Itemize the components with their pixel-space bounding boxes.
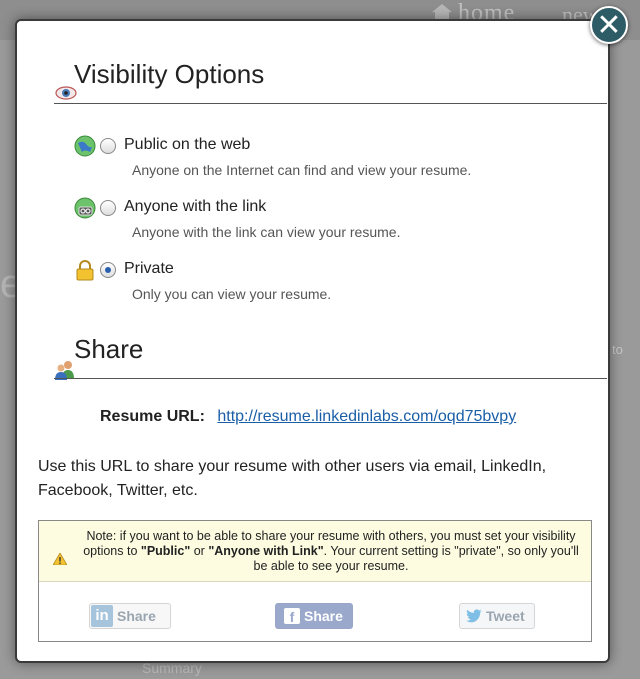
anyone-with-link-description: Anyone with the link can view your resum… bbox=[132, 224, 401, 240]
public-label[interactable]: Public on the web bbox=[124, 136, 250, 154]
share-divider bbox=[54, 378, 607, 379]
public-description: Anyone on the Internet can find and view… bbox=[132, 162, 472, 178]
globe-icon bbox=[74, 135, 96, 157]
globe-link-icon bbox=[74, 197, 96, 219]
warning-text: Note: if you want to be able to share yo… bbox=[83, 529, 579, 573]
visibility-warning: Note: if you want to be able to share yo… bbox=[39, 521, 591, 582]
private-description: Only you can view your resume. bbox=[132, 286, 332, 302]
private-radio[interactable] bbox=[100, 262, 116, 278]
linkedin-icon: in bbox=[91, 605, 113, 627]
resume-url-link[interactable]: http://resume.linkedinlabs.com/oqd75bvpy bbox=[217, 408, 516, 425]
share-description: Use this URL to share your resume with o… bbox=[38, 458, 547, 499]
facebook-share-button[interactable]: f Share bbox=[275, 603, 353, 629]
share-note-box: Note: if you want to be able to share yo… bbox=[38, 520, 592, 642]
public-radio[interactable] bbox=[100, 138, 116, 154]
facebook-icon: f bbox=[284, 608, 300, 625]
close-button[interactable]: ✕ bbox=[590, 6, 628, 44]
linkedin-share-button[interactable]: in Share bbox=[89, 603, 171, 629]
visibility-title: Visibility Options bbox=[74, 59, 265, 89]
anyone-with-link-radio[interactable] bbox=[100, 200, 116, 216]
visibility-modal: Visibility Options Public on the web Any… bbox=[15, 19, 610, 663]
share-title: Share bbox=[74, 334, 144, 364]
warning-icon bbox=[53, 553, 67, 565]
lock-icon bbox=[76, 260, 94, 281]
resume-url-label: Resume URL: bbox=[100, 408, 205, 425]
resume-url-row: Resume URL: http://resume.linkedinlabs.c… bbox=[100, 408, 516, 426]
twitter-tweet-button[interactable]: Tweet bbox=[459, 603, 535, 629]
twitter-bird-icon bbox=[466, 609, 482, 623]
background-side-text: to bbox=[612, 342, 623, 357]
anyone-with-link-label[interactable]: Anyone with the link bbox=[124, 198, 266, 216]
private-label[interactable]: Private bbox=[124, 260, 174, 278]
visibility-divider bbox=[54, 103, 607, 104]
